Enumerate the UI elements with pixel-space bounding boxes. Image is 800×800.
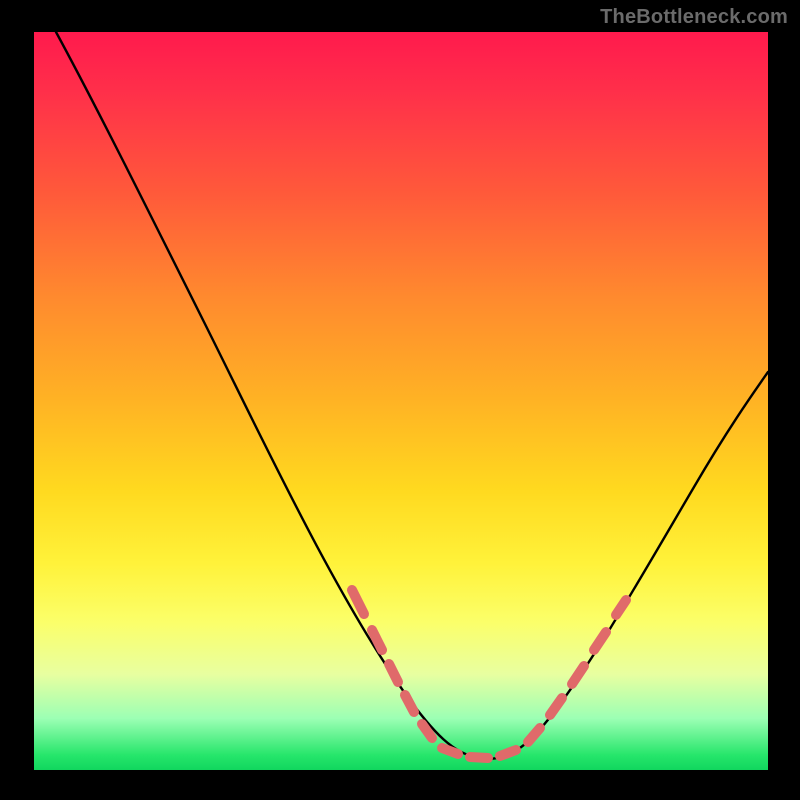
chart-frame: TheBottleneck.com	[0, 0, 800, 800]
highlight-dashes-left	[352, 590, 432, 738]
bottleneck-curve	[34, 32, 768, 770]
watermark-text: TheBottleneck.com	[600, 6, 788, 29]
plot-area	[34, 32, 768, 770]
highlight-dashes-valley	[442, 748, 516, 758]
highlight-dashes-right	[528, 600, 626, 742]
curve-path	[56, 32, 768, 759]
